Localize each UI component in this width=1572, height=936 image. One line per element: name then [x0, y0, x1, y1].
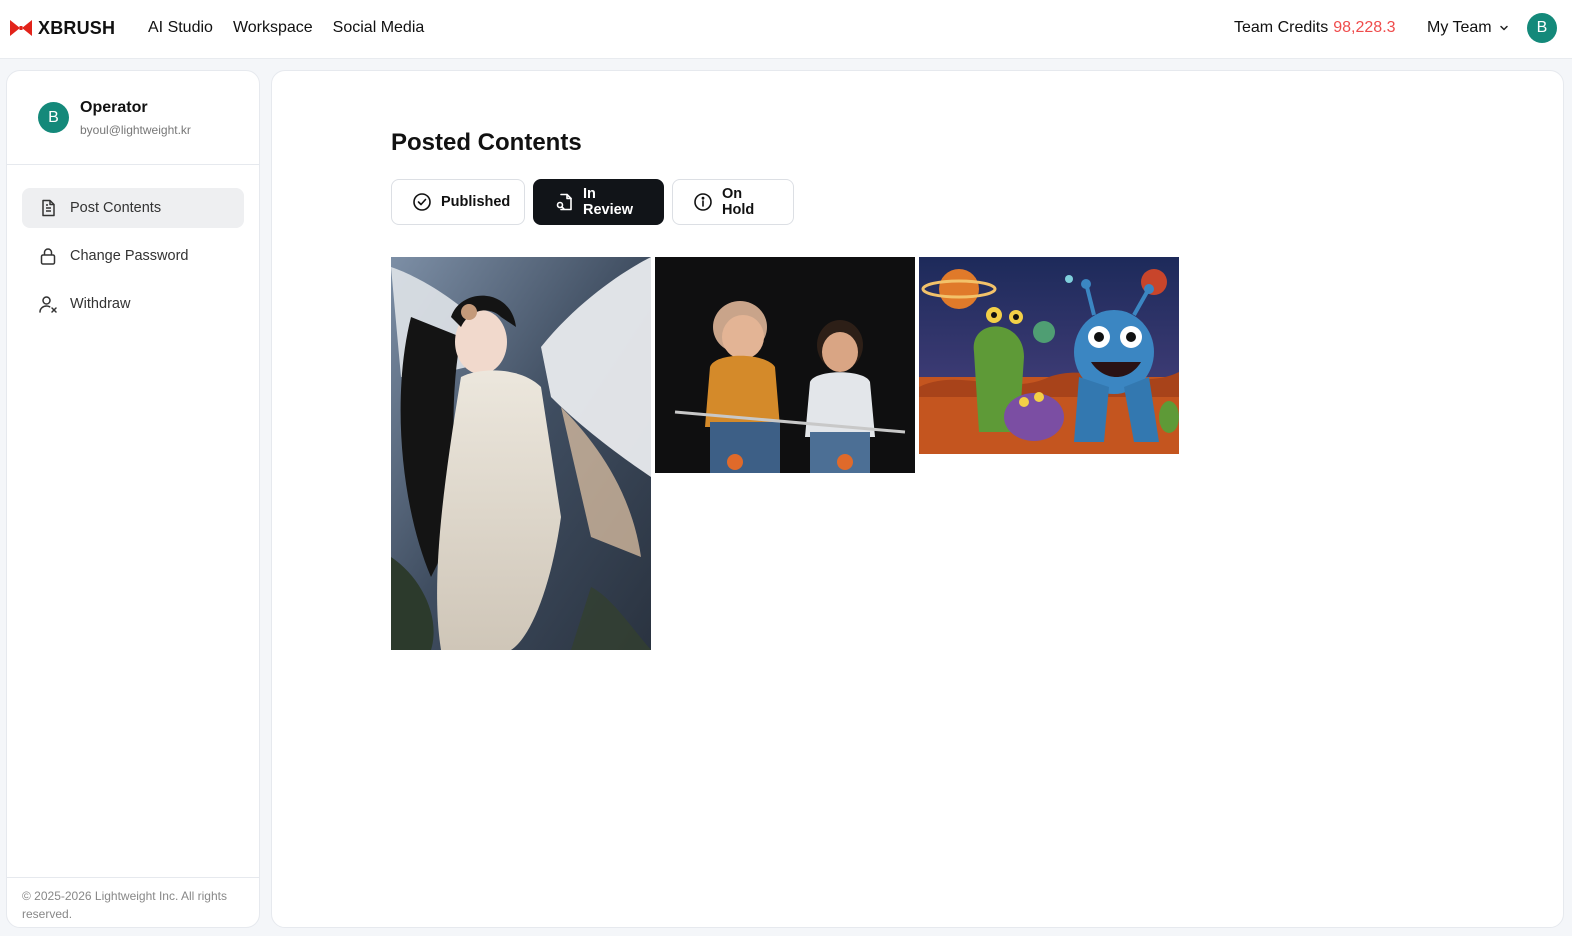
info-circle-icon — [693, 192, 713, 212]
sidebar-item-label: Change Password — [70, 248, 189, 264]
nav-social-media[interactable]: Social Media — [333, 17, 425, 39]
logo-text: XBRUSH — [38, 17, 116, 38]
tab-label: In Review — [583, 186, 633, 218]
top-navigation-bar: XBRUSH AI Studio Workspace Social Media … — [0, 0, 1572, 59]
team-dropdown-label: My Team — [1427, 19, 1492, 36]
user-remove-icon — [37, 294, 58, 315]
kids-on-bikes-image[interactable] — [655, 257, 915, 473]
logo-mark-icon — [10, 20, 32, 36]
profile-email: byoul@lightweight.kr — [80, 123, 191, 137]
document-search-icon — [554, 192, 574, 212]
nav-workspace[interactable]: Workspace — [233, 17, 313, 39]
tab-published[interactable]: Published — [391, 179, 525, 225]
profile-card: B Operator byoul@lightweight.kr — [7, 71, 259, 165]
copyright-footer: © 2025-2026 Lightweight Inc. All rights … — [7, 877, 259, 927]
angel-girl-image[interactable] — [391, 257, 651, 650]
sidebar-item-change-password[interactable]: Change Password — [22, 236, 244, 276]
sidebar-item-label: Post Contents — [70, 200, 162, 216]
main-content: Posted Contents Published In Review On H… — [271, 70, 1564, 928]
sidebar: B Operator byoul@lightweight.kr Post Con… — [6, 70, 260, 928]
profile-avatar: B — [38, 102, 69, 133]
team-dropdown[interactable]: My Team — [1427, 17, 1510, 39]
profile-name: Operator — [80, 99, 148, 116]
sidebar-item-withdraw[interactable]: Withdraw — [22, 284, 244, 324]
status-tabs: Published In Review On Hold — [391, 179, 794, 225]
page-title: Posted Contents — [391, 129, 582, 156]
team-credits-label: Team Credits — [1234, 19, 1329, 36]
space-monsters-image[interactable] — [919, 257, 1179, 454]
document-icon — [37, 198, 58, 219]
sidebar-item-post-contents[interactable]: Post Contents — [22, 188, 244, 228]
sidebar-menu: Post Contents Change Password Withdraw — [22, 188, 244, 332]
user-avatar[interactable]: B — [1527, 13, 1557, 43]
sidebar-item-label: Withdraw — [70, 296, 131, 312]
tab-label: On Hold — [722, 186, 755, 218]
tab-on-hold[interactable]: On Hold — [672, 179, 794, 225]
team-credits: Team Credits 98,228.3 — [1234, 17, 1396, 39]
nav-ai-studio[interactable]: AI Studio — [148, 17, 213, 39]
chevron-down-icon — [1499, 25, 1508, 31]
check-circle-icon — [412, 192, 432, 212]
tab-in-review[interactable]: In Review — [533, 179, 664, 225]
team-credits-value: 98,228.3 — [1333, 19, 1396, 36]
main-nav: AI Studio Workspace Social Media — [148, 17, 424, 39]
lock-icon — [37, 246, 58, 267]
tab-label: Published — [441, 194, 511, 210]
logo[interactable]: XBRUSH — [10, 17, 115, 39]
